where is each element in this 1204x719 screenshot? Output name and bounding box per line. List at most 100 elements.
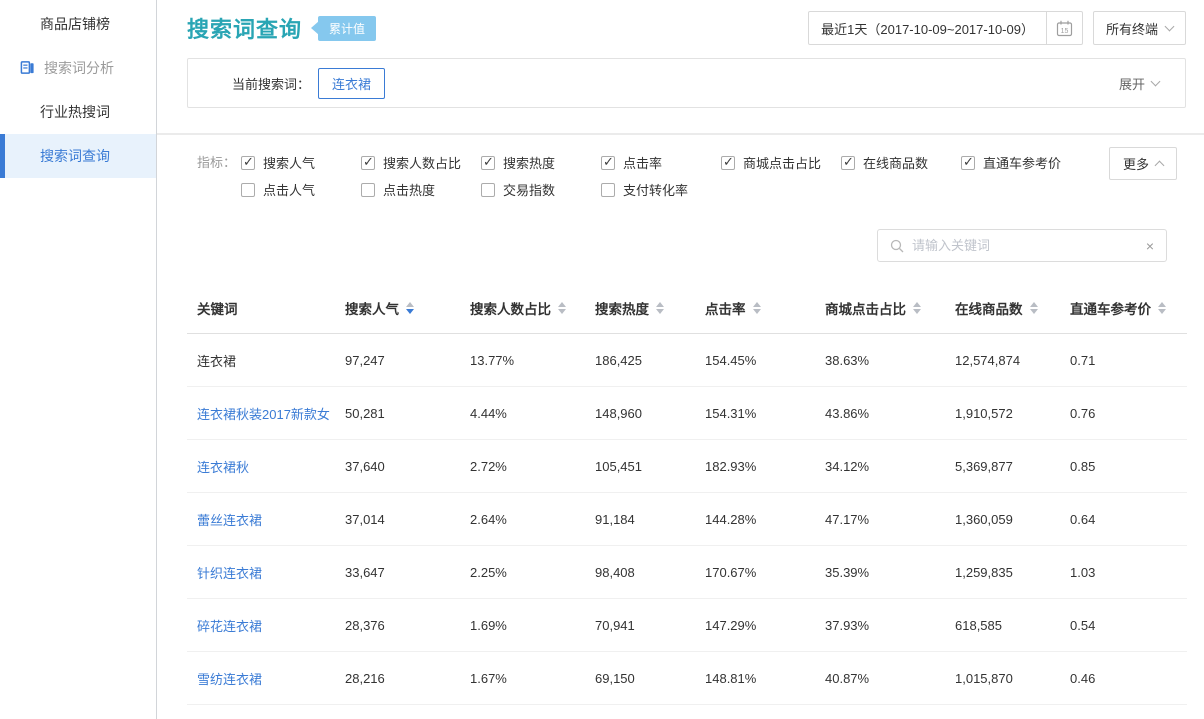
page-header: 搜索词查询 累计值 最近1天（2017-10-09~2017-10-09） 15 [157,0,1204,56]
keyword-cell[interactable]: 碎花连衣裙 [187,616,345,635]
metric-checkbox-search-popularity[interactable]: 搜索人气 [241,153,361,172]
value-cell: 1.03 [1070,565,1187,580]
section-divider [157,108,1204,135]
date-range-button[interactable]: 最近1天（2017-10-09~2017-10-09） [809,12,1046,44]
table-header-row: 关键词 搜索人气 搜索人数占比 搜索热度 点击率 [187,285,1187,334]
keyword-cell[interactable]: 连衣裙秋 [187,457,345,476]
main-content: 搜索词查询 累计值 最近1天（2017-10-09~2017-10-09） 15 [157,0,1204,719]
table-row: 碎花连衣裙 28,376 1.69% 70,941 147.29% 37.93%… [187,599,1187,652]
metric-checkbox-online-products[interactable]: 在线商品数 [841,153,961,172]
value-cell: 0.71 [1070,353,1187,368]
sidebar-item-label: 行业热搜词 [40,102,110,122]
checkbox-icon[interactable] [481,156,495,170]
col-label: 搜索人数占比 [470,298,551,318]
value-cell: 170.67% [705,565,825,580]
current-keyword-card: 当前搜索词： 连衣裙 展开 [187,58,1186,108]
metrics-row-1: 搜索人气 搜索人数占比 搜索热度 点击率 [241,149,1081,176]
checkbox-icon[interactable] [601,183,615,197]
page-title: 搜索词查询 [187,12,302,44]
value-cell: 91,184 [595,512,705,527]
col-header-ctr: 点击率 [705,298,825,318]
value-cell: 144.28% [705,512,825,527]
metric-checkbox-ztc-ref-price[interactable]: 直通车参考价 [961,153,1081,172]
keyword-search-input[interactable] [912,238,1146,253]
calendar-icon: 15 [1055,19,1074,38]
calendar-button[interactable]: 15 [1046,12,1082,44]
col-header-keyword: 关键词 [187,298,345,318]
value-cell: 147.29% [705,618,825,633]
keyword-cell[interactable]: 雪纺连衣裙 [187,669,345,688]
checkbox-icon[interactable] [241,183,255,197]
sort-icon[interactable] [558,302,566,314]
date-range-control: 最近1天（2017-10-09~2017-10-09） 15 [808,11,1083,45]
value-cell: 1,259,835 [955,565,1070,580]
value-cell: 37.93% [825,618,955,633]
col-header-online-products: 在线商品数 [955,298,1070,318]
metric-label: 支付转化率 [623,180,688,199]
metric-checkbox-click-popularity[interactable]: 点击人气 [241,180,361,199]
more-button[interactable]: 更多 [1109,147,1177,180]
metric-label: 搜索人气 [263,153,315,172]
sidebar-item-industry-hot-words[interactable]: 行业热搜词 [0,90,156,134]
sidebar-item-search-word-analysis[interactable]: 搜索词分析 [0,46,156,90]
header-controls: 最近1天（2017-10-09~2017-10-09） 15 所有终端 [808,11,1186,45]
keyword-cell[interactable]: 蕾丝连衣裙 [187,510,345,529]
metric-checkbox-pay-conversion[interactable]: 支付转化率 [601,180,721,199]
metric-label: 商城点击占比 [743,153,821,172]
checkbox-icon[interactable] [361,156,375,170]
terminal-selector[interactable]: 所有终端 [1093,11,1186,45]
checkbox-icon[interactable] [721,156,735,170]
checkbox-icon[interactable] [841,156,855,170]
value-cell: 43.86% [825,406,955,421]
sidebar-item-label: 搜索词查询 [40,146,110,166]
checkbox-icon[interactable] [361,183,375,197]
checkbox-icon[interactable] [241,156,255,170]
col-header-ztc-ref-price: 直通车参考价 [1070,298,1187,318]
value-cell: 148.81% [705,671,825,686]
metric-label: 在线商品数 [863,153,928,172]
keyword-cell[interactable]: 连衣裙秋装2017新款女 [187,404,345,423]
metric-checkbox-mall-click-ratio[interactable]: 商城点击占比 [721,153,841,172]
sort-icon[interactable] [406,302,414,314]
value-cell: 154.45% [705,353,825,368]
table-row: 蕾丝连衣裙 37,014 2.64% 91,184 144.28% 47.17%… [187,493,1187,546]
value-cell: 50,281 [345,406,470,421]
sort-icon[interactable] [913,302,921,314]
sort-icon[interactable] [1158,302,1166,314]
value-cell: 154.31% [705,406,825,421]
col-label: 搜索热度 [595,298,649,318]
sidebar-item-product-shop-rank[interactable]: 商品店铺榜 [0,2,156,46]
sidebar-item-search-word-query[interactable]: 搜索词查询 [0,134,156,178]
value-cell: 0.76 [1070,406,1187,421]
checkbox-icon[interactable] [961,156,975,170]
metric-checkbox-ctr[interactable]: 点击率 [601,153,721,172]
checkbox-icon[interactable] [481,183,495,197]
chevron-down-icon [1151,77,1161,87]
sort-icon[interactable] [656,302,664,314]
metric-checkbox-click-heat[interactable]: 点击热度 [361,180,481,199]
metric-checkbox-search-user-ratio[interactable]: 搜索人数占比 [361,153,481,172]
clear-search-icon[interactable]: × [1146,239,1154,253]
table-row: 针织连衣裙 33,647 2.25% 98,408 170.67% 35.39%… [187,546,1187,599]
keyword-cell[interactable]: 针织连衣裙 [187,563,345,582]
value-cell: 105,451 [595,459,705,474]
current-keyword-tag[interactable]: 连衣裙 [318,68,385,99]
app-window: 商品店铺榜 搜索词分析 行业热搜词 搜索词查询 搜索词查询 累计值 [0,0,1204,719]
sort-icon[interactable] [753,302,761,314]
col-label: 直通车参考价 [1070,298,1151,318]
value-cell: 2.25% [470,565,595,580]
keyword-cell: 连衣裙 [187,351,345,370]
metric-label: 直通车参考价 [983,153,1061,172]
checkbox-icon[interactable] [601,156,615,170]
metric-checkbox-transaction-index[interactable]: 交易指数 [481,180,601,199]
col-header-search-heat: 搜索热度 [595,298,705,318]
expand-button[interactable]: 展开 [1119,74,1159,93]
value-cell: 13.77% [470,353,595,368]
book-icon [20,60,35,78]
expand-label: 展开 [1119,74,1145,93]
value-cell: 98,408 [595,565,705,580]
metric-checkbox-search-heat[interactable]: 搜索热度 [481,153,601,172]
sort-icon[interactable] [1030,302,1038,314]
value-cell: 12,574,874 [955,353,1070,368]
value-cell: 69,150 [595,671,705,686]
